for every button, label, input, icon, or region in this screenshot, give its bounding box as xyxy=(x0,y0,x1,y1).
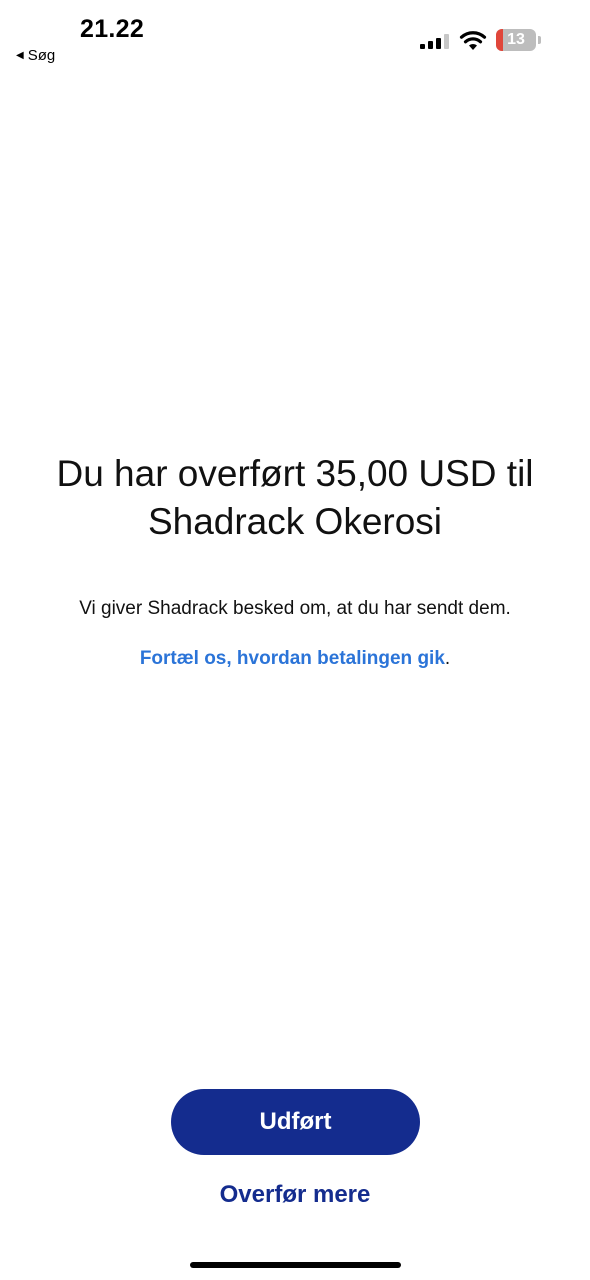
status-bar: 21.22 ◀ Søg 13 xyxy=(0,0,590,80)
feedback-link[interactable]: Fortæl os, hvordan betalingen gik xyxy=(140,648,445,669)
confirmation-headline: Du har overført 35,00 USD til Shadrack O… xyxy=(56,453,534,542)
feedback-period: . xyxy=(444,648,451,669)
home-indicator[interactable] xyxy=(190,1262,401,1268)
wifi-icon xyxy=(459,31,487,50)
confirmation-message: Vi giver Shadrack besked om, at du har s… xyxy=(79,598,511,619)
battery-icon: 13 xyxy=(496,29,542,51)
signal-icon xyxy=(420,33,450,49)
status-time: 21.22 xyxy=(80,15,145,43)
battery-percentage: 13 xyxy=(507,31,525,48)
transfer-more-link[interactable]: Overfør mere xyxy=(145,1181,445,1209)
back-arrow-icon: ◀ xyxy=(16,50,24,61)
feedback-line: Fortæl os, hvordan betalingen gik. xyxy=(20,648,570,670)
done-button[interactable]: Udført xyxy=(171,1089,420,1155)
back-link-label: Søg xyxy=(27,47,56,64)
back-to-search-link[interactable]: ◀ Søg xyxy=(16,47,55,64)
